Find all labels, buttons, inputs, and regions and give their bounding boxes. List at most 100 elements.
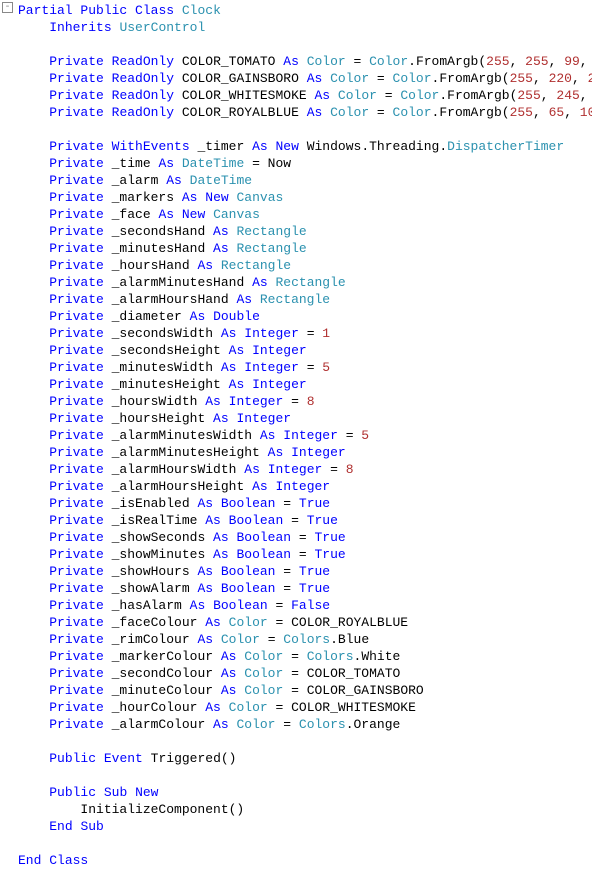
token-ident [213, 496, 221, 511]
code-line[interactable]: Private _hourColour As Color = COLOR_WHI… [0, 699, 592, 716]
token-ident [18, 462, 49, 477]
code-line[interactable]: Private _minutesWidth As Integer = 5 [0, 359, 592, 376]
code-line[interactable]: Private _secondsWidth As Integer = 1 [0, 325, 592, 342]
code-line[interactable]: Private _rimColour As Color = Colors.Blu… [0, 631, 592, 648]
code-line[interactable]: Private _showSeconds As Boolean = True [0, 529, 592, 546]
token-ident: , [549, 54, 565, 69]
code-line[interactable] [0, 733, 592, 750]
code-line[interactable]: Private _time As DateTime = Now [0, 155, 592, 172]
token-ident [18, 224, 49, 239]
code-line[interactable]: Private _alarmHoursHeight As Integer [0, 478, 592, 495]
code-line[interactable] [0, 767, 592, 784]
code-line[interactable]: Private _showHours As Boolean = True [0, 563, 592, 580]
code-line[interactable]: Private _diameter As Double [0, 308, 592, 325]
code-editor[interactable]: - Partial Public Class Clock Inherits Us… [0, 0, 592, 871]
code-line[interactable]: Private _isEnabled As Boolean = True [0, 495, 592, 512]
token-ident [18, 360, 49, 375]
token-ident [18, 156, 49, 171]
token-kw: Integer [291, 445, 346, 460]
code-line[interactable]: Private WithEvents _timer As New Windows… [0, 138, 592, 155]
token-ident: _alarmHoursHeight [104, 479, 252, 494]
code-line[interactable]: End Class [0, 852, 592, 869]
token-ident [104, 139, 112, 154]
token-kw: Boolean [221, 581, 276, 596]
code-line[interactable]: Private _alarmHoursWidth As Integer = 8 [0, 461, 592, 478]
token-ident: = [291, 530, 314, 545]
code-line[interactable]: Private ReadOnly COLOR_TOMATO As Color =… [0, 53, 592, 70]
token-ident: , [564, 105, 580, 120]
code-line[interactable]: Private _alarmHoursHand As Rectangle [0, 291, 592, 308]
token-ident [18, 428, 49, 443]
code-line[interactable]: Public Event Triggered() [0, 750, 592, 767]
token-ident: , [541, 88, 557, 103]
token-ident: _isEnabled [104, 496, 198, 511]
token-ident [18, 377, 49, 392]
code-line[interactable]: Private _alarmColour As Color = Colors.O… [0, 716, 592, 733]
token-ident: _face [104, 207, 159, 222]
token-ident [299, 54, 307, 69]
code-line[interactable]: Private _secondsHand As Rectangle [0, 223, 592, 240]
token-ident [104, 88, 112, 103]
token-kw: Boolean [221, 496, 276, 511]
token-kw: Class [135, 3, 174, 18]
code-line[interactable]: Private _faceColour As Color = COLOR_ROY… [0, 614, 592, 631]
code-line[interactable]: Private _hoursHeight As Integer [0, 410, 592, 427]
token-type: Colors [307, 649, 354, 664]
code-line[interactable]: Private _alarmMinutesWidth As Integer = … [0, 427, 592, 444]
token-ident [268, 139, 276, 154]
code-line[interactable]: Private _minutesHeight As Integer [0, 376, 592, 393]
code-line[interactable]: Private _markers As New Canvas [0, 189, 592, 206]
token-kw: As [158, 156, 174, 171]
code-line[interactable]: InitializeComponent() [0, 801, 592, 818]
code-line[interactable]: Private _secondsHeight As Integer [0, 342, 592, 359]
code-line[interactable]: Private _alarmMinutesHand As Rectangle [0, 274, 592, 291]
code-line[interactable]: Private _alarm As DateTime [0, 172, 592, 189]
code-line[interactable]: Private _hoursWidth As Integer = 8 [0, 393, 592, 410]
code-line[interactable]: End Sub [0, 818, 592, 835]
code-line[interactable] [0, 36, 592, 53]
token-type: UserControl [119, 20, 205, 35]
token-kw: New [135, 785, 158, 800]
token-ident [221, 700, 229, 715]
code-line[interactable]: Private _hoursHand As Rectangle [0, 257, 592, 274]
code-line[interactable]: Private _face As New Canvas [0, 206, 592, 223]
code-line[interactable]: Public Sub New [0, 784, 592, 801]
code-body[interactable]: Partial Public Class Clock Inherits User… [0, 2, 592, 869]
code-line[interactable]: Private _alarmMinutesHeight As Integer [0, 444, 592, 461]
code-line[interactable]: Private ReadOnly COLOR_GAINSBORO As Colo… [0, 70, 592, 87]
token-kw: End [18, 853, 41, 868]
token-ident [18, 564, 49, 579]
token-kw: As [166, 173, 182, 188]
token-kw: Private [49, 377, 104, 392]
token-ident: _showMinutes [104, 547, 213, 562]
token-ident: _diameter [104, 309, 190, 324]
code-line[interactable]: Private _hasAlarm As Boolean = False [0, 597, 592, 614]
code-line[interactable]: Inherits UserControl [0, 19, 592, 36]
token-kw: As [190, 309, 206, 324]
token-type: Rectangle [236, 224, 306, 239]
code-line[interactable]: Private ReadOnly COLOR_ROYALBLUE As Colo… [0, 104, 592, 121]
code-line[interactable]: Private _minutesHand As Rectangle [0, 240, 592, 257]
code-line[interactable] [0, 835, 592, 852]
code-line[interactable]: Private _isRealTime As Boolean = True [0, 512, 592, 529]
code-line[interactable]: Private _showMinutes As Boolean = True [0, 546, 592, 563]
code-line[interactable] [0, 121, 592, 138]
token-ident [18, 54, 49, 69]
code-line[interactable]: Private ReadOnly COLOR_WHITESMOKE As Col… [0, 87, 592, 104]
token-ident: Triggered() [143, 751, 237, 766]
code-line[interactable]: Private _showAlarm As Boolean = True [0, 580, 592, 597]
token-kw: Sub [80, 819, 103, 834]
code-line[interactable]: Partial Public Class Clock [0, 2, 592, 19]
token-type: Color [221, 632, 260, 647]
token-ident: _minutesWidth [104, 360, 221, 375]
token-kw: As [197, 258, 213, 273]
token-ident: = [283, 513, 306, 528]
token-kw: As [213, 241, 229, 256]
token-ident [18, 581, 49, 596]
token-kw: Private [49, 649, 104, 664]
token-ident: , [572, 71, 588, 86]
code-line[interactable]: Private _markerColour As Color = Colors.… [0, 648, 592, 665]
code-line[interactable]: Private _secondColour As Color = COLOR_T… [0, 665, 592, 682]
code-line[interactable]: Private _minuteColour As Color = COLOR_G… [0, 682, 592, 699]
token-kw: As [213, 411, 229, 426]
